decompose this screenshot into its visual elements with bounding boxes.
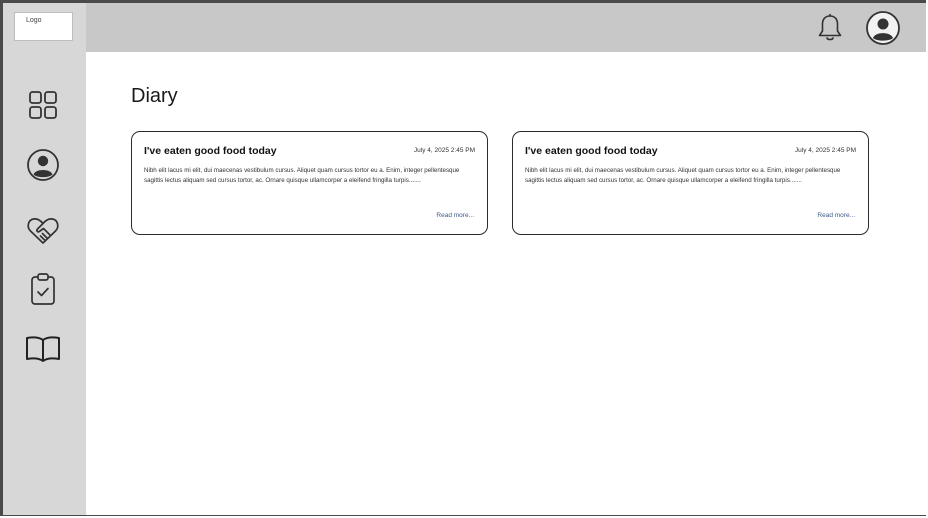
sidebar-item-tasks[interactable] bbox=[25, 271, 61, 307]
bell-icon bbox=[814, 12, 846, 44]
logo[interactable]: Logo bbox=[14, 12, 73, 41]
sidebar-item-dashboard[interactable] bbox=[25, 87, 61, 123]
diary-entry-card[interactable]: I've eaten good food today July 4, 2025 … bbox=[131, 131, 488, 235]
top-bar bbox=[86, 3, 926, 52]
user-avatar-button[interactable] bbox=[865, 10, 901, 46]
logo-text: Logo bbox=[26, 17, 42, 24]
clipboard-check-icon bbox=[29, 272, 57, 306]
sidebar-item-diary[interactable] bbox=[25, 331, 61, 367]
page-title: Diary bbox=[131, 85, 178, 107]
book-icon bbox=[25, 335, 61, 363]
read-more-link[interactable]: Read more... bbox=[817, 212, 855, 219]
user-avatar-icon bbox=[865, 10, 901, 46]
heart-handshake-icon bbox=[26, 216, 60, 246]
read-more-link[interactable]: Read more... bbox=[436, 212, 474, 219]
entry-date: July 4, 2025 2:45 PM bbox=[794, 147, 856, 154]
dashboard-grid-icon bbox=[27, 89, 59, 121]
sidebar-item-profile[interactable] bbox=[25, 147, 61, 183]
main-content: Diary I've eaten good food today July 4,… bbox=[86, 52, 926, 515]
entry-title: I've eaten good food today bbox=[525, 145, 658, 157]
entry-date: July 4, 2025 2:45 PM bbox=[413, 147, 475, 154]
entry-excerpt: Nibh elit lacus mi elit, dui maecenas ve… bbox=[144, 167, 460, 184]
entry-title: I've eaten good food today bbox=[144, 145, 277, 157]
sidebar-item-care[interactable] bbox=[25, 213, 61, 249]
entry-excerpt: Nibh elit lacus mi elit, dui maecenas ve… bbox=[525, 167, 841, 184]
sidebar: Logo bbox=[3, 3, 86, 515]
profile-icon bbox=[26, 148, 60, 182]
diary-entry-card[interactable]: I've eaten good food today July 4, 2025 … bbox=[512, 131, 869, 235]
notifications-button[interactable] bbox=[814, 12, 846, 44]
